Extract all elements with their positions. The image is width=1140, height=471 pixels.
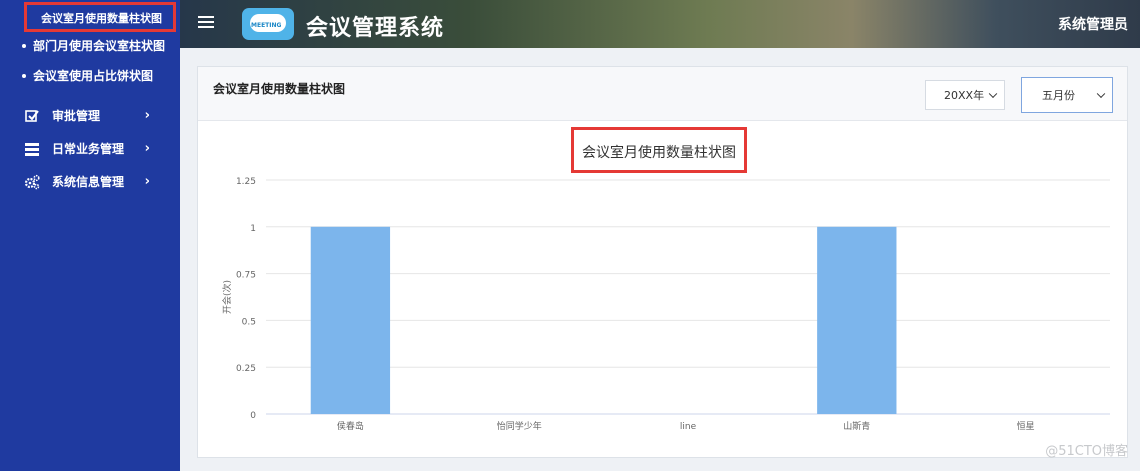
card-header: 会议室月使用数量柱状图 20XX年 五月份: [198, 67, 1127, 121]
month-select[interactable]: 五月份: [1021, 77, 1113, 113]
sidebar-subitem-room-usage-pie[interactable]: 会议室使用占比饼状图: [22, 67, 153, 84]
sidebar-subitem-dept-monthly-bar[interactable]: 部门月使用会议室柱状图: [22, 37, 165, 54]
chevron-right-icon: ›: [144, 108, 150, 123]
y-tick-label: 1.25: [236, 177, 256, 187]
x-tick-label: line: [680, 422, 697, 432]
y-tick-label: 0.25: [236, 364, 256, 374]
bullet-icon: [22, 43, 26, 48]
sidebar-item-daily-business[interactable]: 日常业务管理 ›: [24, 140, 154, 157]
chevron-down-icon: [988, 89, 998, 99]
user-name[interactable]: 系统管理员: [1058, 14, 1128, 34]
y-tick-label: 0.5: [242, 317, 256, 327]
menu-toggle-icon[interactable]: [198, 16, 214, 29]
sidebar-item-label: 系统信息管理: [52, 175, 125, 189]
y-tick-label: 1: [250, 224, 256, 234]
y-tick-label: 0: [250, 411, 256, 421]
card-title: 会议室月使用数量柱状图: [213, 82, 346, 96]
sidebar: 会议室月使用数量柱状图 部门月使用会议室柱状图 会议室使用占比饼状图 审批管理 …: [0, 0, 180, 471]
sidebar-item-label: 日常业务管理: [52, 142, 125, 156]
x-tick-label: 怡同学少年: [497, 420, 542, 432]
sidebar-subitem-label: 会议室使用占比饼状图: [33, 69, 154, 83]
chevron-right-icon: ›: [144, 141, 150, 156]
chevron-down-icon: [1096, 89, 1106, 99]
sidebar-subitem-room-monthly-bar[interactable]: 会议室月使用数量柱状图: [24, 2, 176, 32]
sidebar-subitem-label: 部门月使用会议室柱状图: [33, 39, 166, 53]
watermark: @51CTO博客: [1045, 444, 1128, 459]
x-tick-label: 山斯青: [843, 420, 870, 432]
app-logo: MEETING: [242, 8, 294, 40]
month-select-value: 五月份: [1042, 89, 1075, 102]
chart-title-highlight: 会议室月使用数量柱状图: [571, 127, 747, 173]
y-axis-label: 开会(次): [221, 280, 233, 314]
sidebar-item-label: 审批管理: [52, 109, 101, 123]
year-select-value: 20XX年: [944, 89, 985, 102]
sidebar-item-system-info[interactable]: 系统信息管理 ›: [24, 173, 154, 190]
y-tick-label: 0.75: [236, 271, 256, 281]
bar[interactable]: [817, 226, 897, 414]
bar[interactable]: [310, 226, 391, 414]
app-title: 会议管理系统: [306, 16, 445, 41]
year-select[interactable]: 20XX年: [925, 80, 1005, 110]
top-header: MEETING 会议管理系统 系统管理员: [180, 0, 1140, 48]
sidebar-item-approval[interactable]: 审批管理 ›: [24, 107, 154, 124]
x-tick-label: 恒星: [1017, 420, 1035, 432]
chart-card: 会议室月使用数量柱状图 20XX年 五月份 0 0.25 0.5 0.75 1 1.25 侯…: [197, 66, 1128, 458]
list-icon: [25, 142, 39, 156]
gears-icon: [24, 174, 40, 189]
logo-text: MEETING: [251, 22, 282, 29]
chart-title: 会议室月使用数量柱状图: [582, 145, 736, 161]
chevron-right-icon: ›: [144, 174, 150, 189]
bullet-icon: [22, 73, 26, 78]
x-tick-label: 侯春岛: [337, 420, 364, 432]
sidebar-subitem-label: 会议室月使用数量柱状图: [41, 12, 162, 25]
check-square-icon: [25, 109, 39, 122]
